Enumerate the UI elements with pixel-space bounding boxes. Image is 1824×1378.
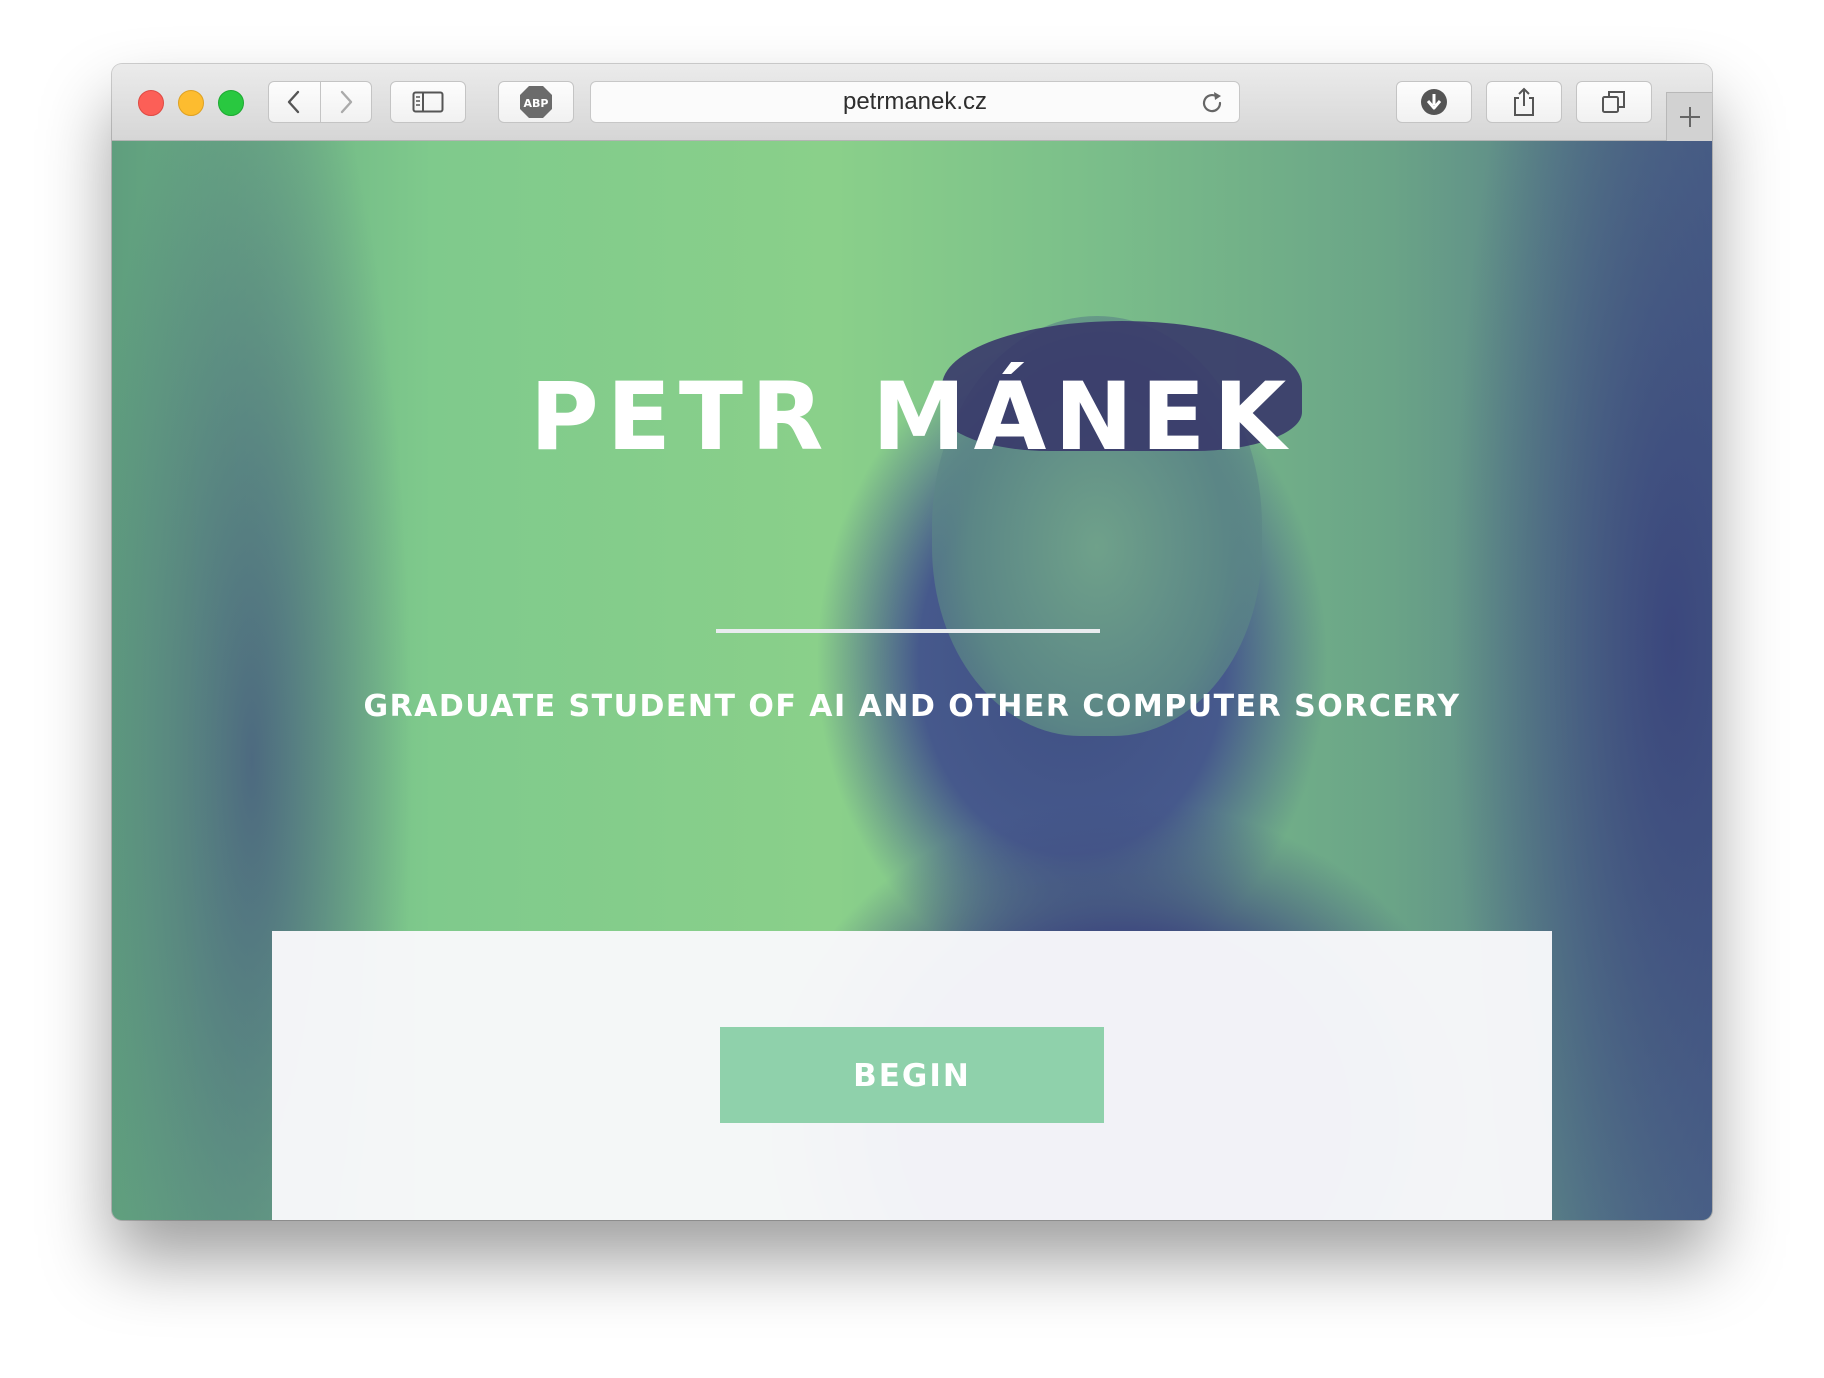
tabs-overview-button[interactable] <box>1576 81 1652 123</box>
close-window-button[interactable] <box>138 90 164 116</box>
share-icon <box>1514 87 1534 116</box>
hero-subtitle: GRADUATE STUDENT OF AI AND OTHER COMPUTE… <box>363 689 1461 724</box>
browser-toolbar: ABP petrmanek.cz <box>112 64 1712 141</box>
abp-icon: ABP <box>520 86 552 118</box>
forward-button[interactable] <box>319 82 372 122</box>
page-viewport: PETR MÁNEK GRADUATE STUDENT OF AI AND OT… <box>112 141 1712 1220</box>
hero-title: PETR MÁNEK <box>529 363 1295 472</box>
sidebar-icon <box>412 91 444 113</box>
download-icon <box>1421 89 1447 115</box>
adblock-button[interactable]: ABP <box>498 81 574 123</box>
chevron-left-icon <box>288 90 300 114</box>
intro-panel: BEGIN <box>272 931 1552 1220</box>
url-text: petrmanek.cz <box>842 88 988 115</box>
minimize-window-button[interactable] <box>178 90 204 116</box>
share-button[interactable] <box>1486 81 1562 123</box>
hero-divider <box>716 629 1100 633</box>
zoom-window-button[interactable] <box>218 90 244 116</box>
tabs-overview-icon <box>1602 91 1625 113</box>
browser-window: ABP petrmanek.cz PETR MÁNEK GRADUATE STU… <box>112 64 1712 1220</box>
address-bar[interactable]: petrmanek.cz <box>590 81 1240 123</box>
back-button[interactable] <box>269 82 320 122</box>
reload-icon[interactable] <box>1199 90 1225 116</box>
sidebar-button[interactable] <box>390 81 466 123</box>
chevron-right-icon <box>340 90 352 114</box>
begin-button[interactable]: BEGIN <box>720 1027 1104 1123</box>
new-tab-button[interactable] <box>1666 92 1712 141</box>
abp-label: ABP <box>524 97 549 110</box>
downloads-button[interactable] <box>1396 81 1472 123</box>
screenshot-stage: ABP petrmanek.cz PETR MÁNEK GRADUATE STU… <box>0 0 1824 1378</box>
back-forward-group <box>268 81 372 123</box>
plus-icon <box>1680 107 1700 127</box>
